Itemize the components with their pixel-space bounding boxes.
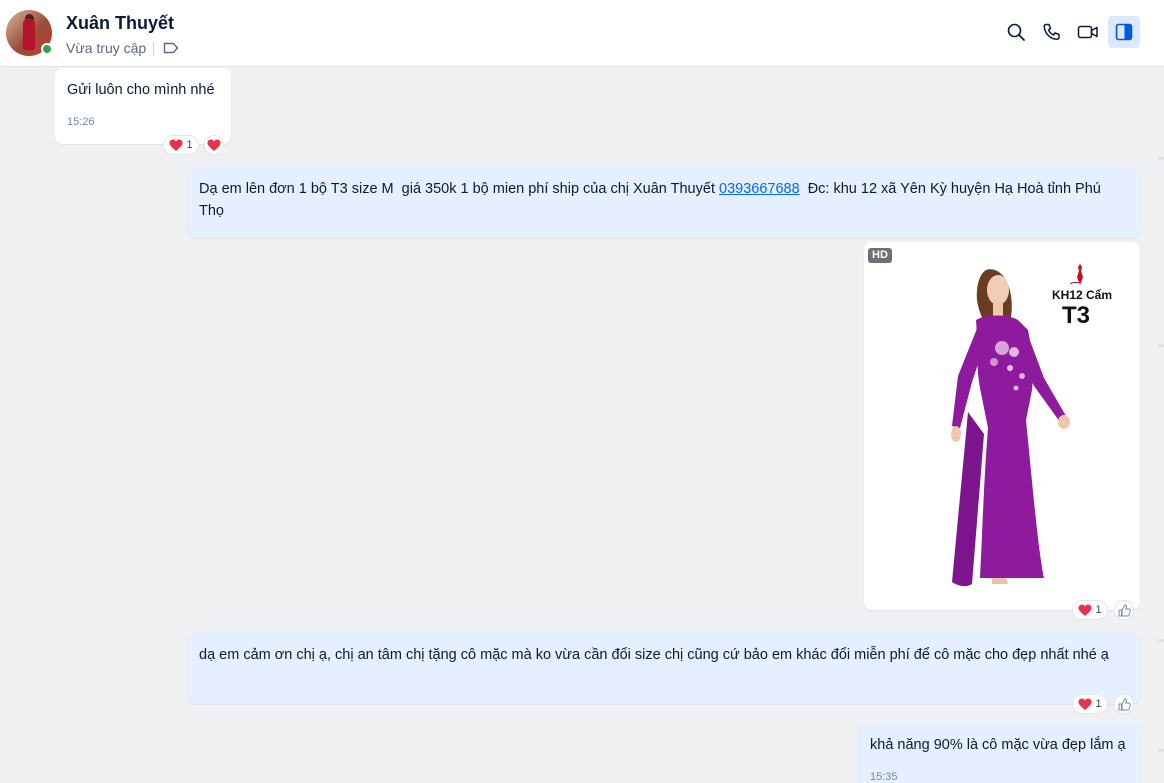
message-text: Gửi luôn cho mình nhé [67,82,215,98]
message-text: dạ em cảm ơn chị ạ, chị an tâm chị tặng … [199,647,1109,663]
search-icon [1007,23,1025,41]
heart-icon [1078,604,1092,616]
product-photo [951,269,1070,587]
message-bubble-outgoing[interactable]: Dạ em lên đơn 1 bộ T3 size M giá 350k 1 … [187,166,1140,238]
scrollbar-track[interactable] [1152,67,1164,783]
search-button[interactable] [1000,16,1032,48]
message-text: Dạ em lên đơn 1 bộ T3 size M giá 350k 1 … [199,178,1129,222]
like-icon [1118,603,1131,616]
react-button[interactable] [1114,694,1134,714]
sidebar-toggle-icon [1115,23,1133,41]
heart-icon [169,139,183,151]
voice-call-button[interactable] [1036,16,1068,48]
message-bubble-incoming[interactable]: Gửi luôn cho mình nhé 15:26 [55,68,231,144]
image-message[interactable]: HD KH12 Cẩm T3 [864,242,1140,610]
react-button[interactable] [204,135,224,155]
contact-status: Vừa truy cập [66,40,147,56]
reaction-count: 1 [1095,604,1102,616]
reaction-count: 1 [1095,698,1102,710]
react-button[interactable] [1114,600,1134,620]
phone-number-link[interactable]: 0393667688 [719,181,800,197]
tag-icon[interactable] [163,41,179,55]
reaction-summary[interactable]: 1 [163,135,199,155]
status-divider [153,42,154,55]
conversation-info-toggle[interactable] [1108,16,1140,48]
message-text: khả năng 90% là cô mặc vừa đẹp lắm ạ [870,737,1126,753]
message-text-part: Dạ em lên đơn 1 bộ T3 size M giá 350k 1 … [199,181,719,197]
message-time: 15:35 [870,771,898,783]
heart-icon [207,139,221,151]
like-icon [1118,697,1131,710]
video-call-button[interactable] [1072,16,1104,48]
contact-name[interactable]: Xuân Thuyết [66,13,174,34]
reaction-summary[interactable]: 1 [1072,694,1108,714]
online-status-dot [41,43,53,55]
heart-icon [1078,698,1092,710]
reaction-count: 1 [186,139,193,151]
message-time: 15:26 [67,116,95,128]
reaction-summary[interactable]: 1 [1072,600,1108,620]
video-icon [1077,25,1098,39]
message-bubble-outgoing[interactable]: khả năng 90% là cô mặc vừa đẹp lắm ạ 15:… [858,722,1140,783]
avatar-figure [23,18,35,50]
message-bubble-outgoing[interactable]: dạ em cảm ơn chị ạ, chị an tâm chị tặng … [187,632,1140,704]
phone-icon [1043,23,1060,41]
chat-header: Xuân Thuyết Vừa truy cập [0,0,1164,67]
